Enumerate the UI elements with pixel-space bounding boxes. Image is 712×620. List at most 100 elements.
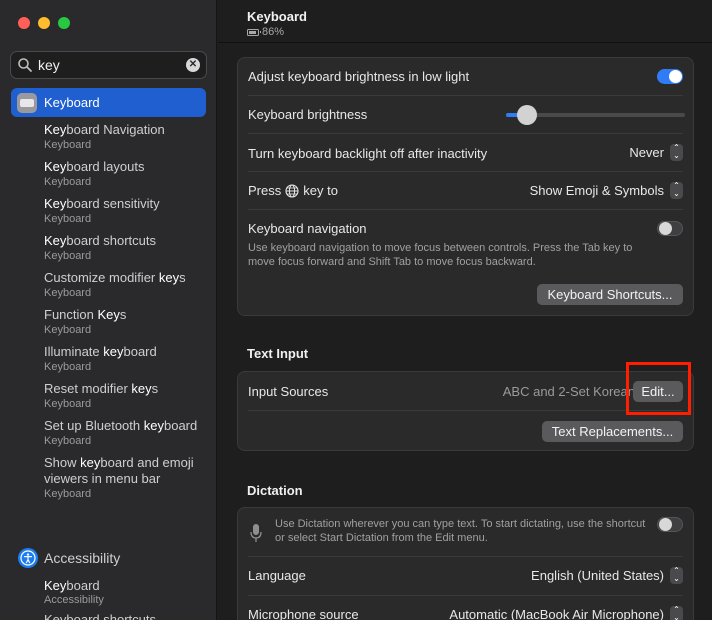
minimize-window-button[interactable] — [38, 17, 50, 29]
microphone-source-label: Microphone source — [248, 607, 359, 620]
toggle-knob — [659, 518, 672, 531]
result-category: Keyboard — [44, 398, 92, 410]
result-text: s — [151, 381, 159, 396]
search-icon — [18, 58, 32, 72]
search-result-item[interactable]: Keyboard shortcuts Keyboard — [44, 233, 212, 263]
keyboard-shortcuts-button[interactable]: Keyboard Shortcuts... — [537, 284, 683, 305]
search-result-item[interactable]: Keyboard Navigation Keyboard — [44, 122, 212, 152]
input-sources-label: Input Sources — [248, 384, 329, 399]
divider — [248, 410, 683, 411]
search-result-item[interactable]: Function Keys Keyboard — [44, 307, 212, 337]
search-results-list: Keyboard Navigation Keyboard Keyboard layo… — [44, 122, 212, 508]
backlight-value: Never — [629, 145, 664, 160]
microphone-icon — [250, 524, 262, 542]
result-text: board — [123, 344, 157, 359]
result-title: Keyboard shortcuts — [44, 233, 212, 249]
keyboard-navigation-description: Use keyboard navigation to move focus be… — [248, 242, 633, 268]
press-key-popup[interactable]: Show Emoji & Symbols ⌃ ⌄ — [530, 182, 683, 199]
zoom-window-button[interactable] — [58, 17, 70, 29]
result-title: Keyboard sensitivity — [44, 196, 212, 212]
brightness-slider[interactable] — [506, 105, 685, 125]
match-text: Key — [44, 196, 67, 211]
chevron-updown-icon: ⌃ ⌄ — [670, 606, 683, 620]
dictation-toggle[interactable] — [657, 517, 683, 532]
chevron-updown-icon: ⌃ ⌄ — [670, 144, 683, 161]
sidebar-item-keyboard[interactable]: Keyboard — [11, 88, 206, 117]
match-text: Key — [44, 233, 67, 248]
result-title: Customize modifier keys — [44, 270, 212, 286]
adjust-brightness-label: Adjust keyboard brightness in low light — [248, 69, 470, 84]
search-result-item[interactable]: Show keyboard and emoji viewers in menu … — [44, 455, 212, 501]
header: Keyboard 86% — [247, 9, 307, 38]
language-value: English (United States) — [531, 568, 664, 583]
result-text: Reset modifier — [44, 381, 132, 396]
result-category: Keyboard — [44, 324, 92, 336]
match-text: key — [131, 381, 152, 396]
accessibility-icon — [18, 548, 38, 568]
match-text: key — [158, 270, 180, 285]
main-pane: Keyboard 86% Adjust keyboard brightness … — [218, 0, 712, 620]
result-title: Keyboard Navigation — [44, 122, 212, 138]
search-result-item[interactable]: Keyboard sensitivity Keyboard — [44, 196, 212, 226]
match-text: Key — [44, 122, 67, 137]
search-result-item[interactable]: Set up Bluetooth keyboard Keyboard — [44, 418, 212, 448]
press-label: Press — [248, 183, 282, 198]
search-input[interactable]: key — [38, 57, 60, 73]
result-text: board — [66, 578, 100, 593]
result-category: Accessibility — [44, 594, 104, 606]
annotation-highlight-box — [626, 362, 691, 415]
result-title: Reset modifier keys — [44, 381, 212, 397]
dictation-card: Use Dictation wherever you can type text… — [237, 507, 694, 620]
backlight-row: Turn keyboard backlight off after inacti… — [238, 134, 693, 171]
result-text: Show — [44, 455, 81, 470]
microphone-source-popup[interactable]: Automatic (MacBook Air Microphone) ⌃ ⌄ — [449, 606, 683, 620]
keyboard-navigation-toggle[interactable] — [657, 221, 683, 236]
result-text: board — [163, 418, 198, 433]
keyboard-navigation-label: Keyboard navigation — [248, 221, 367, 236]
press-key-row: Press key to Show Emoji & Symbols ⌃ ⌄ — [238, 172, 693, 209]
chevron-updown-icon: ⌃ ⌄ — [670, 567, 683, 584]
result-title: Illuminate keyboard — [44, 344, 212, 360]
search-result-item[interactable]: Illuminate keyboard Keyboard — [44, 344, 212, 374]
dictation-toggle-row: Use Dictation wherever you can type text… — [238, 508, 693, 556]
search-field[interactable]: key ✕ — [10, 51, 207, 79]
input-sources-value: ABC and 2-Set Korean — [502, 384, 635, 399]
chevron-updown-icon: ⌃ ⌄ — [670, 182, 683, 199]
search-result-partial[interactable]: Keyboard shortcuts — [44, 612, 156, 620]
slider-thumb[interactable] — [517, 105, 537, 125]
search-result-item[interactable]: Reset modifier keys Keyboard — [44, 381, 212, 411]
adjust-brightness-toggle[interactable] — [657, 69, 683, 84]
adjust-brightness-row: Adjust keyboard brightness in low light — [238, 58, 693, 95]
text-replacements-button[interactable]: Text Replacements... — [542, 421, 683, 442]
clear-search-icon[interactable]: ✕ — [186, 58, 200, 72]
search-result-accessibility-keyboard[interactable]: Keyboard Accessibility — [44, 578, 104, 606]
language-popup[interactable]: English (United States) ⌃ ⌄ — [531, 567, 683, 584]
globe-icon — [285, 183, 299, 198]
battery-percent: 86% — [262, 26, 285, 38]
backlight-popup[interactable]: Never ⌃ ⌄ — [629, 144, 683, 161]
result-category: Keyboard — [44, 287, 92, 299]
microphone-source-row: Microphone source Automatic (MacBook Air… — [238, 596, 693, 620]
result-text: board sensitivity — [66, 196, 160, 211]
match-text: key — [143, 418, 164, 433]
match-text: Key — [97, 307, 120, 322]
keyboard-navigation-row: Keyboard navigation Use keyboard navigat… — [238, 210, 693, 276]
key-to-label: key to — [303, 183, 338, 198]
match-text: Key — [44, 159, 67, 174]
battery-icon — [247, 28, 261, 36]
text-input-heading: Text Input — [247, 346, 309, 361]
keyboard-settings-card: Adjust keyboard brightness in low light … — [237, 57, 694, 316]
keyboard-icon — [17, 93, 37, 113]
search-result-item[interactable]: Keyboard layouts Keyboard — [44, 159, 212, 189]
result-category: Keyboard — [44, 250, 92, 262]
result-text: Customize modifier — [44, 270, 159, 285]
sidebar-item-label: Accessibility — [44, 550, 121, 566]
language-row: Language English (United States) ⌃ ⌄ — [238, 557, 693, 595]
match-text: key — [80, 455, 101, 470]
close-window-button[interactable] — [18, 17, 30, 29]
result-category: Keyboard — [44, 361, 92, 373]
search-result-item[interactable]: Customize modifier keys Keyboard — [44, 270, 212, 300]
result-title: Function Keys — [44, 307, 212, 323]
result-category: Keyboard — [44, 488, 92, 500]
input-sources-row: Input Sources ABC and 2-Set Korean Edit.… — [238, 372, 693, 410]
